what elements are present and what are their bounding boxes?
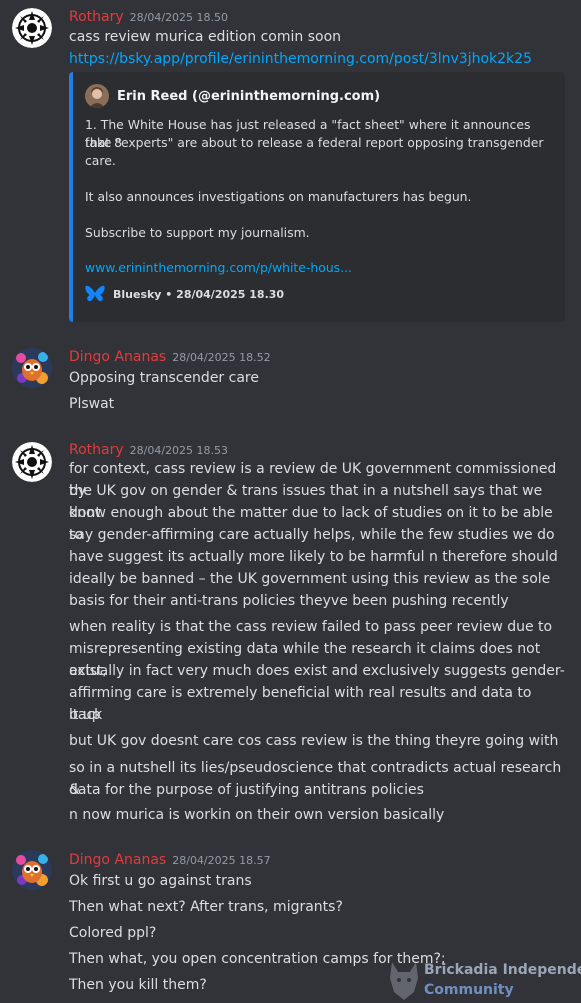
message-text: actually in fact very much does exist an… — [69, 663, 565, 679]
timestamp[interactable]: 28/04/2025 18.53 — [130, 444, 228, 457]
embed-footer: Bluesky • 28/04/2025 18.30 — [85, 285, 284, 303]
message-header: Rothary 28/04/2025 18.50 — [69, 6, 228, 25]
avatar[interactable] — [12, 348, 52, 388]
username[interactable]: Rothary — [69, 9, 124, 25]
mandala-avatar-icon — [12, 442, 52, 482]
avatar[interactable] — [12, 8, 52, 48]
embed-author[interactable]: Erin Reed (@erininthemorning.com) — [85, 84, 380, 108]
watermark: Brickadia Independent Community — [386, 958, 581, 1003]
wolf-logo-icon — [390, 962, 418, 1000]
watermark-line1: Brickadia Independent — [424, 962, 581, 978]
message-text: have suggest its actually more likely to… — [69, 549, 558, 565]
message-text: cass review murica edition comin soon — [69, 29, 342, 45]
embed-link[interactable]: www.erininthemorning.com/p/white-hous... — [85, 260, 352, 275]
avatar[interactable] — [12, 442, 52, 482]
message-text: basis for their anti-trans policies they… — [69, 593, 509, 609]
embed-text: care. — [85, 153, 116, 168]
message-header: Dingo Ananas 28/04/2025 18.52 — [69, 346, 271, 365]
message-text: Opposing transcender care — [69, 370, 259, 386]
embed-author-name: Erin Reed (@erininthemorning.com) — [117, 88, 381, 104]
message-text: Plswat — [69, 396, 115, 412]
message-group: Rothary 28/04/2025 18.50 cass review muri… — [0, 0, 581, 330]
message-text: Colored ppl? — [69, 925, 157, 941]
embed-author-avatar — [85, 84, 109, 108]
timestamp[interactable]: 28/04/2025 18.50 — [130, 11, 228, 24]
username[interactable]: Dingo Ananas — [69, 349, 166, 365]
message-link[interactable]: https://bsky.app/profile/erininthemornin… — [69, 48, 567, 70]
message-text: ideally be banned – the UK government us… — [69, 571, 551, 587]
message-text: but UK gov doesnt care cos cass review i… — [69, 733, 559, 749]
message-text: n now murica is workin on their own vers… — [69, 807, 445, 823]
message-text: it up — [69, 707, 101, 723]
owl-avatar-icon — [12, 850, 52, 890]
message-text: when reality is that the cass review fai… — [69, 619, 553, 635]
avatar[interactable] — [12, 850, 52, 890]
embed-text: Subscribe to support my journalism. — [85, 225, 310, 240]
message-header: Dingo Ananas 28/04/2025 18.57 — [69, 849, 271, 868]
mandala-avatar-icon — [12, 8, 52, 48]
timestamp[interactable]: 28/04/2025 18.52 — [172, 351, 270, 364]
message-text: Ok first u go against trans — [69, 873, 252, 889]
owl-avatar-icon — [12, 348, 52, 388]
message-group: Dingo Ananas 28/04/2025 18.52 Opposing tr… — [0, 340, 581, 420]
username[interactable]: Rothary — [69, 442, 124, 458]
embed-text: It also announces investigations on manu… — [85, 189, 472, 204]
message-group: Rothary 28/04/2025 18.53 for context, cas… — [0, 434, 581, 834]
message-text: Then what next? After trans, migrants? — [69, 899, 343, 915]
embed-text: fake "experts" are about to release a fe… — [85, 135, 544, 150]
link-embed[interactable]: Erin Reed (@erininthemorning.com) 1. The… — [69, 72, 565, 322]
message-text: say gender-affirming care actually helps… — [69, 527, 555, 543]
message-text: data for the purpose of justifying antit… — [69, 782, 424, 798]
timestamp[interactable]: 28/04/2025 18.57 — [172, 854, 270, 867]
bluesky-butterfly-icon — [85, 285, 105, 302]
embed-footer-text: Bluesky • 28/04/2025 18.30 — [113, 287, 285, 301]
watermark-line2: Community — [424, 982, 514, 998]
message-header: Rothary 28/04/2025 18.53 — [69, 439, 228, 458]
username[interactable]: Dingo Ananas — [69, 852, 166, 868]
profile-photo-icon — [85, 84, 109, 108]
